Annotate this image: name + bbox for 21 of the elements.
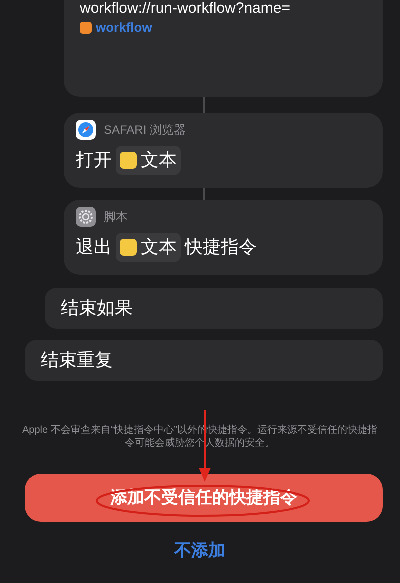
app-icon xyxy=(80,22,92,34)
block-label: 结束如果 xyxy=(61,297,133,320)
action-suffix: 快捷指令 xyxy=(185,236,257,259)
block-label: 结束重复 xyxy=(41,349,113,372)
action-app-label: SAFARI 浏览器 xyxy=(104,122,186,139)
note-icon xyxy=(120,239,137,256)
action-verb: 退出 xyxy=(76,236,112,259)
block-end-card[interactable]: 结束重复 xyxy=(25,340,383,381)
block-end-card[interactable]: 结束如果 xyxy=(45,288,383,329)
url-text: workflow://run-workflow?name= xyxy=(80,0,292,18)
variable-token[interactable]: workflow xyxy=(96,18,152,38)
note-icon xyxy=(120,152,137,169)
action-card[interactable]: 脚本 退出 文本 快捷指令 xyxy=(64,200,383,275)
compass-icon xyxy=(76,120,96,140)
action-card[interactable]: SAFARI 浏览器 打开 文本 xyxy=(64,113,383,188)
variable-token[interactable]: 文本 xyxy=(116,146,181,175)
variable-token[interactable]: 文本 xyxy=(116,233,181,262)
cancel-button[interactable]: 不添加 xyxy=(174,538,226,564)
gear-icon xyxy=(76,207,96,227)
action-verb: 打开 xyxy=(76,149,112,172)
action-app-label: 脚本 xyxy=(104,209,128,226)
